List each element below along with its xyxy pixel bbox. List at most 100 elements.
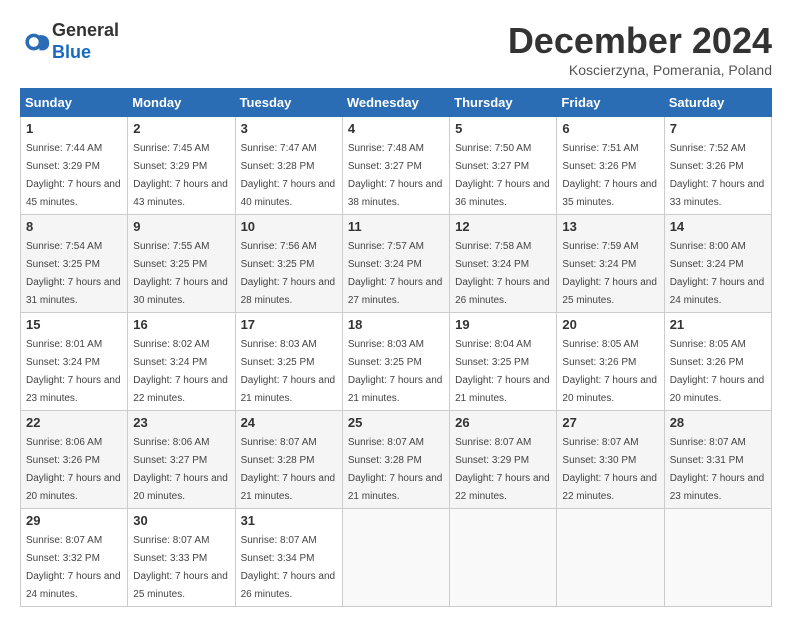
day-number: 6 xyxy=(562,121,658,136)
logo-text: General Blue xyxy=(52,20,119,63)
day-info: Sunrise: 7:55 AMSunset: 3:25 PMDaylight:… xyxy=(133,241,228,306)
weekday-header-saturday: Saturday xyxy=(664,89,771,117)
day-info: Sunrise: 7:57 AMSunset: 3:24 PMDaylight:… xyxy=(348,241,443,306)
calendar-week-row: 22 Sunrise: 8:06 AMSunset: 3:26 PMDaylig… xyxy=(21,411,772,509)
logo: General Blue xyxy=(20,20,119,63)
weekday-header-tuesday: Tuesday xyxy=(235,89,342,117)
calendar-cell: 24 Sunrise: 8:07 AMSunset: 3:28 PMDaylig… xyxy=(235,411,342,509)
day-info: Sunrise: 8:07 AMSunset: 3:28 PMDaylight:… xyxy=(241,437,336,502)
day-info: Sunrise: 8:06 AMSunset: 3:27 PMDaylight:… xyxy=(133,437,228,502)
calendar-cell xyxy=(664,509,771,607)
calendar-week-row: 29 Sunrise: 8:07 AMSunset: 3:32 PMDaylig… xyxy=(21,509,772,607)
day-info: Sunrise: 7:50 AMSunset: 3:27 PMDaylight:… xyxy=(455,143,550,208)
day-info: Sunrise: 7:59 AMSunset: 3:24 PMDaylight:… xyxy=(562,241,657,306)
logo-icon xyxy=(24,28,52,56)
calendar-week-row: 8 Sunrise: 7:54 AMSunset: 3:25 PMDayligh… xyxy=(21,215,772,313)
day-info: Sunrise: 8:07 AMSunset: 3:31 PMDaylight:… xyxy=(670,437,765,502)
calendar-cell: 26 Sunrise: 8:07 AMSunset: 3:29 PMDaylig… xyxy=(450,411,557,509)
day-info: Sunrise: 8:05 AMSunset: 3:26 PMDaylight:… xyxy=(670,339,765,404)
day-info: Sunrise: 8:07 AMSunset: 3:32 PMDaylight:… xyxy=(26,535,121,600)
day-info: Sunrise: 8:07 AMSunset: 3:30 PMDaylight:… xyxy=(562,437,657,502)
day-number: 29 xyxy=(26,513,122,528)
day-info: Sunrise: 8:00 AMSunset: 3:24 PMDaylight:… xyxy=(670,241,765,306)
day-info: Sunrise: 7:58 AMSunset: 3:24 PMDaylight:… xyxy=(455,241,550,306)
day-info: Sunrise: 7:52 AMSunset: 3:26 PMDaylight:… xyxy=(670,143,765,208)
calendar-table: SundayMondayTuesdayWednesdayThursdayFrid… xyxy=(20,88,772,607)
day-number: 16 xyxy=(133,317,229,332)
calendar-cell: 23 Sunrise: 8:06 AMSunset: 3:27 PMDaylig… xyxy=(128,411,235,509)
day-number: 8 xyxy=(26,219,122,234)
day-number: 9 xyxy=(133,219,229,234)
day-number: 10 xyxy=(241,219,337,234)
day-number: 7 xyxy=(670,121,766,136)
day-number: 13 xyxy=(562,219,658,234)
day-number: 18 xyxy=(348,317,444,332)
day-number: 4 xyxy=(348,121,444,136)
calendar-cell: 10 Sunrise: 7:56 AMSunset: 3:25 PMDaylig… xyxy=(235,215,342,313)
calendar-week-row: 15 Sunrise: 8:01 AMSunset: 3:24 PMDaylig… xyxy=(21,313,772,411)
day-number: 26 xyxy=(455,415,551,430)
weekday-header-friday: Friday xyxy=(557,89,664,117)
calendar-cell: 28 Sunrise: 8:07 AMSunset: 3:31 PMDaylig… xyxy=(664,411,771,509)
calendar-cell: 4 Sunrise: 7:48 AMSunset: 3:27 PMDayligh… xyxy=(342,117,449,215)
day-info: Sunrise: 8:05 AMSunset: 3:26 PMDaylight:… xyxy=(562,339,657,404)
day-info: Sunrise: 7:47 AMSunset: 3:28 PMDaylight:… xyxy=(241,143,336,208)
calendar-cell: 13 Sunrise: 7:59 AMSunset: 3:24 PMDaylig… xyxy=(557,215,664,313)
calendar-cell: 19 Sunrise: 8:04 AMSunset: 3:25 PMDaylig… xyxy=(450,313,557,411)
day-number: 20 xyxy=(562,317,658,332)
day-number: 11 xyxy=(348,219,444,234)
weekday-header-wednesday: Wednesday xyxy=(342,89,449,117)
weekday-header-sunday: Sunday xyxy=(21,89,128,117)
calendar-cell: 9 Sunrise: 7:55 AMSunset: 3:25 PMDayligh… xyxy=(128,215,235,313)
day-number: 24 xyxy=(241,415,337,430)
day-info: Sunrise: 7:51 AMSunset: 3:26 PMDaylight:… xyxy=(562,143,657,208)
calendar-cell xyxy=(342,509,449,607)
calendar-cell: 22 Sunrise: 8:06 AMSunset: 3:26 PMDaylig… xyxy=(21,411,128,509)
calendar-cell: 25 Sunrise: 8:07 AMSunset: 3:28 PMDaylig… xyxy=(342,411,449,509)
day-number: 12 xyxy=(455,219,551,234)
calendar-cell: 17 Sunrise: 8:03 AMSunset: 3:25 PMDaylig… xyxy=(235,313,342,411)
weekday-header-thursday: Thursday xyxy=(450,89,557,117)
day-number: 2 xyxy=(133,121,229,136)
month-title: December 2024 xyxy=(508,20,772,62)
day-number: 3 xyxy=(241,121,337,136)
day-number: 5 xyxy=(455,121,551,136)
calendar-cell: 7 Sunrise: 7:52 AMSunset: 3:26 PMDayligh… xyxy=(664,117,771,215)
day-info: Sunrise: 8:07 AMSunset: 3:28 PMDaylight:… xyxy=(348,437,443,502)
calendar-cell: 12 Sunrise: 7:58 AMSunset: 3:24 PMDaylig… xyxy=(450,215,557,313)
day-number: 25 xyxy=(348,415,444,430)
day-info: Sunrise: 8:07 AMSunset: 3:33 PMDaylight:… xyxy=(133,535,228,600)
day-info: Sunrise: 7:45 AMSunset: 3:29 PMDaylight:… xyxy=(133,143,228,208)
day-number: 21 xyxy=(670,317,766,332)
day-number: 28 xyxy=(670,415,766,430)
day-info: Sunrise: 8:04 AMSunset: 3:25 PMDaylight:… xyxy=(455,339,550,404)
calendar-cell xyxy=(557,509,664,607)
calendar-cell: 1 Sunrise: 7:44 AMSunset: 3:29 PMDayligh… xyxy=(21,117,128,215)
day-info: Sunrise: 7:48 AMSunset: 3:27 PMDaylight:… xyxy=(348,143,443,208)
calendar-cell: 16 Sunrise: 8:02 AMSunset: 3:24 PMDaylig… xyxy=(128,313,235,411)
calendar-cell: 20 Sunrise: 8:05 AMSunset: 3:26 PMDaylig… xyxy=(557,313,664,411)
calendar-week-row: 1 Sunrise: 7:44 AMSunset: 3:29 PMDayligh… xyxy=(21,117,772,215)
calendar-cell: 27 Sunrise: 8:07 AMSunset: 3:30 PMDaylig… xyxy=(557,411,664,509)
day-number: 30 xyxy=(133,513,229,528)
day-number: 1 xyxy=(26,121,122,136)
day-number: 15 xyxy=(26,317,122,332)
day-info: Sunrise: 8:07 AMSunset: 3:34 PMDaylight:… xyxy=(241,535,336,600)
day-number: 19 xyxy=(455,317,551,332)
day-number: 22 xyxy=(26,415,122,430)
day-info: Sunrise: 8:03 AMSunset: 3:25 PMDaylight:… xyxy=(241,339,336,404)
calendar-cell: 2 Sunrise: 7:45 AMSunset: 3:29 PMDayligh… xyxy=(128,117,235,215)
title-area: December 2024 Koscierzyna, Pomerania, Po… xyxy=(508,20,772,78)
calendar-cell: 15 Sunrise: 8:01 AMSunset: 3:24 PMDaylig… xyxy=(21,313,128,411)
day-number: 17 xyxy=(241,317,337,332)
calendar-cell: 30 Sunrise: 8:07 AMSunset: 3:33 PMDaylig… xyxy=(128,509,235,607)
day-number: 31 xyxy=(241,513,337,528)
day-number: 23 xyxy=(133,415,229,430)
day-info: Sunrise: 7:44 AMSunset: 3:29 PMDaylight:… xyxy=(26,143,121,208)
day-info: Sunrise: 8:02 AMSunset: 3:24 PMDaylight:… xyxy=(133,339,228,404)
calendar-cell: 21 Sunrise: 8:05 AMSunset: 3:26 PMDaylig… xyxy=(664,313,771,411)
location-subtitle: Koscierzyna, Pomerania, Poland xyxy=(508,62,772,78)
calendar-cell: 18 Sunrise: 8:03 AMSunset: 3:25 PMDaylig… xyxy=(342,313,449,411)
day-info: Sunrise: 8:06 AMSunset: 3:26 PMDaylight:… xyxy=(26,437,121,502)
calendar-cell: 5 Sunrise: 7:50 AMSunset: 3:27 PMDayligh… xyxy=(450,117,557,215)
